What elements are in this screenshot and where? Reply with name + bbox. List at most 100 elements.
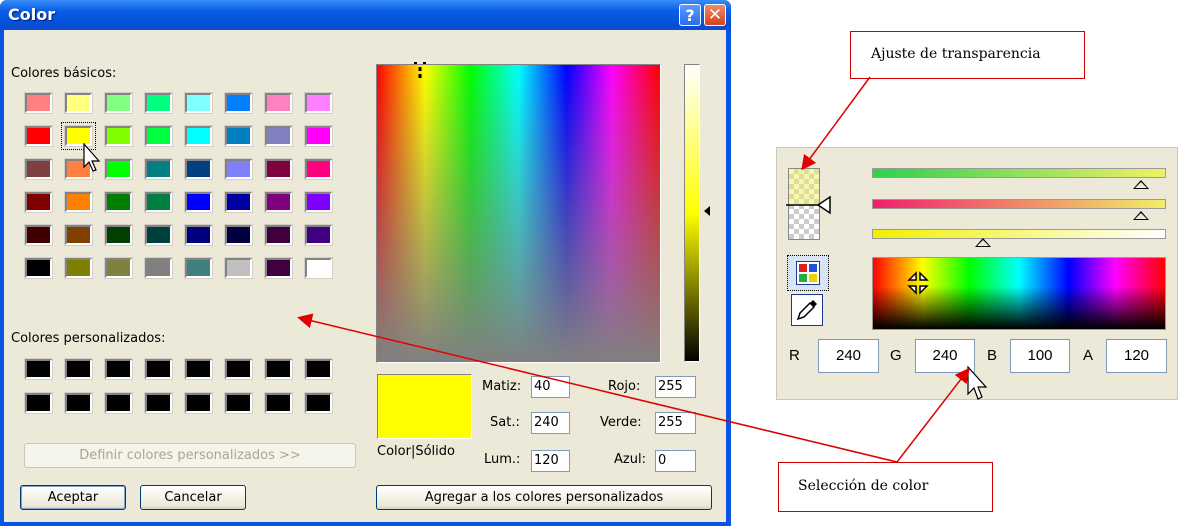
azul-field[interactable]: 0 [655, 450, 696, 472]
basic-color-swatch[interactable] [105, 159, 132, 179]
basic-color-swatch[interactable] [25, 93, 52, 113]
basic-color-swatch[interactable] [185, 93, 212, 113]
green-slider-track[interactable] [872, 168, 1166, 178]
basic-color-swatch[interactable] [225, 225, 252, 245]
add-to-custom-colors-button[interactable]: Agregar a los colores personalizados [376, 485, 712, 510]
custom-color-swatch[interactable] [305, 359, 332, 379]
blue-slider-thumb[interactable] [974, 238, 991, 247]
basic-color-swatch[interactable] [25, 258, 52, 278]
custom-color-swatch[interactable] [265, 359, 292, 379]
green-slider-thumb[interactable] [1132, 180, 1149, 189]
title-bar: Color ? ✕ [0, 0, 731, 30]
basic-color-swatch[interactable] [25, 159, 52, 179]
rojo-field[interactable]: 255 [655, 376, 696, 398]
transparency-marker-icon [786, 195, 831, 215]
basic-color-swatch[interactable] [265, 126, 292, 146]
basic-color-swatch[interactable] [185, 258, 212, 278]
custom-color-swatch[interactable] [265, 393, 292, 413]
luminance-bar[interactable] [684, 64, 700, 362]
basic-color-swatch[interactable] [185, 192, 212, 212]
basic-color-swatch[interactable] [145, 225, 172, 245]
g-label: G [890, 347, 902, 364]
cancel-button[interactable]: Cancelar [140, 485, 246, 510]
custom-color-swatch[interactable] [225, 393, 252, 413]
custom-color-swatch[interactable] [25, 393, 52, 413]
basic-color-swatch[interactable] [105, 225, 132, 245]
spectrum-crosshair-icon [907, 271, 929, 295]
basic-color-swatch[interactable] [305, 93, 332, 113]
basic-color-swatch[interactable] [225, 192, 252, 212]
basic-color-swatch[interactable] [145, 93, 172, 113]
rojo-label: Rojo: [608, 379, 641, 394]
basic-color-swatch[interactable] [305, 192, 332, 212]
callout-selection: Selección de color [778, 462, 993, 512]
basic-color-swatch[interactable] [105, 258, 132, 278]
a-field[interactable]: 120 [1106, 339, 1167, 373]
basic-color-swatch[interactable] [185, 225, 212, 245]
matiz-field[interactable]: 40 [531, 376, 570, 398]
basic-color-swatch[interactable] [105, 126, 132, 146]
eyedropper-button[interactable] [791, 294, 823, 326]
custom-color-swatch[interactable] [105, 393, 132, 413]
basic-color-swatch[interactable] [185, 159, 212, 179]
color-spectrum[interactable] [376, 64, 661, 363]
basic-color-swatch[interactable] [25, 192, 52, 212]
basic-color-swatch[interactable] [145, 192, 172, 212]
basic-color-swatch[interactable] [265, 225, 292, 245]
basic-color-swatch[interactable] [305, 258, 332, 278]
basic-color-swatch[interactable] [305, 126, 332, 146]
r-label: R [789, 347, 800, 364]
verde-field[interactable]: 255 [655, 412, 696, 434]
palette-button[interactable] [787, 255, 829, 291]
b-field[interactable]: 100 [1010, 339, 1070, 373]
custom-color-swatch[interactable] [145, 359, 172, 379]
red-slider-thumb[interactable] [1132, 211, 1149, 220]
custom-color-swatch[interactable] [225, 359, 252, 379]
custom-color-swatch[interactable] [185, 359, 212, 379]
basic-color-swatch[interactable] [25, 225, 52, 245]
custom-colors-label: Colores personalizados: [11, 331, 166, 346]
basic-color-swatch[interactable] [65, 258, 92, 278]
basic-color-swatch[interactable] [185, 126, 212, 146]
luminance-slider-arrow-icon[interactable] [704, 206, 710, 216]
basic-color-swatch[interactable] [265, 159, 292, 179]
basic-color-swatch[interactable] [145, 159, 172, 179]
custom-color-swatch[interactable] [105, 359, 132, 379]
basic-color-swatch[interactable] [265, 258, 292, 278]
basic-color-swatch[interactable] [145, 126, 172, 146]
custom-color-swatch[interactable] [65, 393, 92, 413]
ok-button[interactable]: Aceptar [20, 485, 126, 510]
sat-field[interactable]: 240 [531, 412, 570, 434]
blue-slider-track[interactable] [872, 229, 1166, 239]
custom-color-swatch[interactable] [65, 359, 92, 379]
red-slider-track[interactable] [872, 199, 1166, 209]
basic-color-swatch[interactable] [305, 225, 332, 245]
basic-color-swatch[interactable] [225, 159, 252, 179]
basic-color-swatch[interactable] [225, 93, 252, 113]
basic-color-swatch[interactable] [145, 258, 172, 278]
sat-label: Sat.: [490, 415, 520, 430]
basic-color-swatch[interactable] [25, 126, 52, 146]
basic-color-swatch[interactable] [265, 192, 292, 212]
basic-color-swatch[interactable] [65, 93, 92, 113]
define-custom-colors-button[interactable]: Definir colores personalizados >> [24, 443, 356, 468]
basic-color-swatch[interactable] [105, 93, 132, 113]
basic-color-swatch[interactable] [225, 126, 252, 146]
basic-color-swatch[interactable] [225, 258, 252, 278]
basic-color-swatch[interactable] [265, 93, 292, 113]
lum-field[interactable]: 120 [531, 450, 570, 472]
g-field[interactable]: 240 [915, 339, 975, 373]
basic-color-swatch[interactable] [305, 159, 332, 179]
help-button[interactable]: ? [679, 4, 701, 26]
custom-color-swatch[interactable] [145, 393, 172, 413]
custom-color-swatch[interactable] [305, 393, 332, 413]
azul-label: Azul: [614, 452, 646, 467]
basic-color-swatch[interactable] [65, 192, 92, 212]
close-button[interactable]: ✕ [704, 4, 726, 26]
custom-color-swatch[interactable] [185, 393, 212, 413]
r-field[interactable]: 240 [818, 339, 879, 373]
basic-color-swatch[interactable] [105, 192, 132, 212]
basic-color-swatch[interactable] [65, 225, 92, 245]
b-label: B [987, 347, 998, 364]
custom-color-swatch[interactable] [25, 359, 52, 379]
